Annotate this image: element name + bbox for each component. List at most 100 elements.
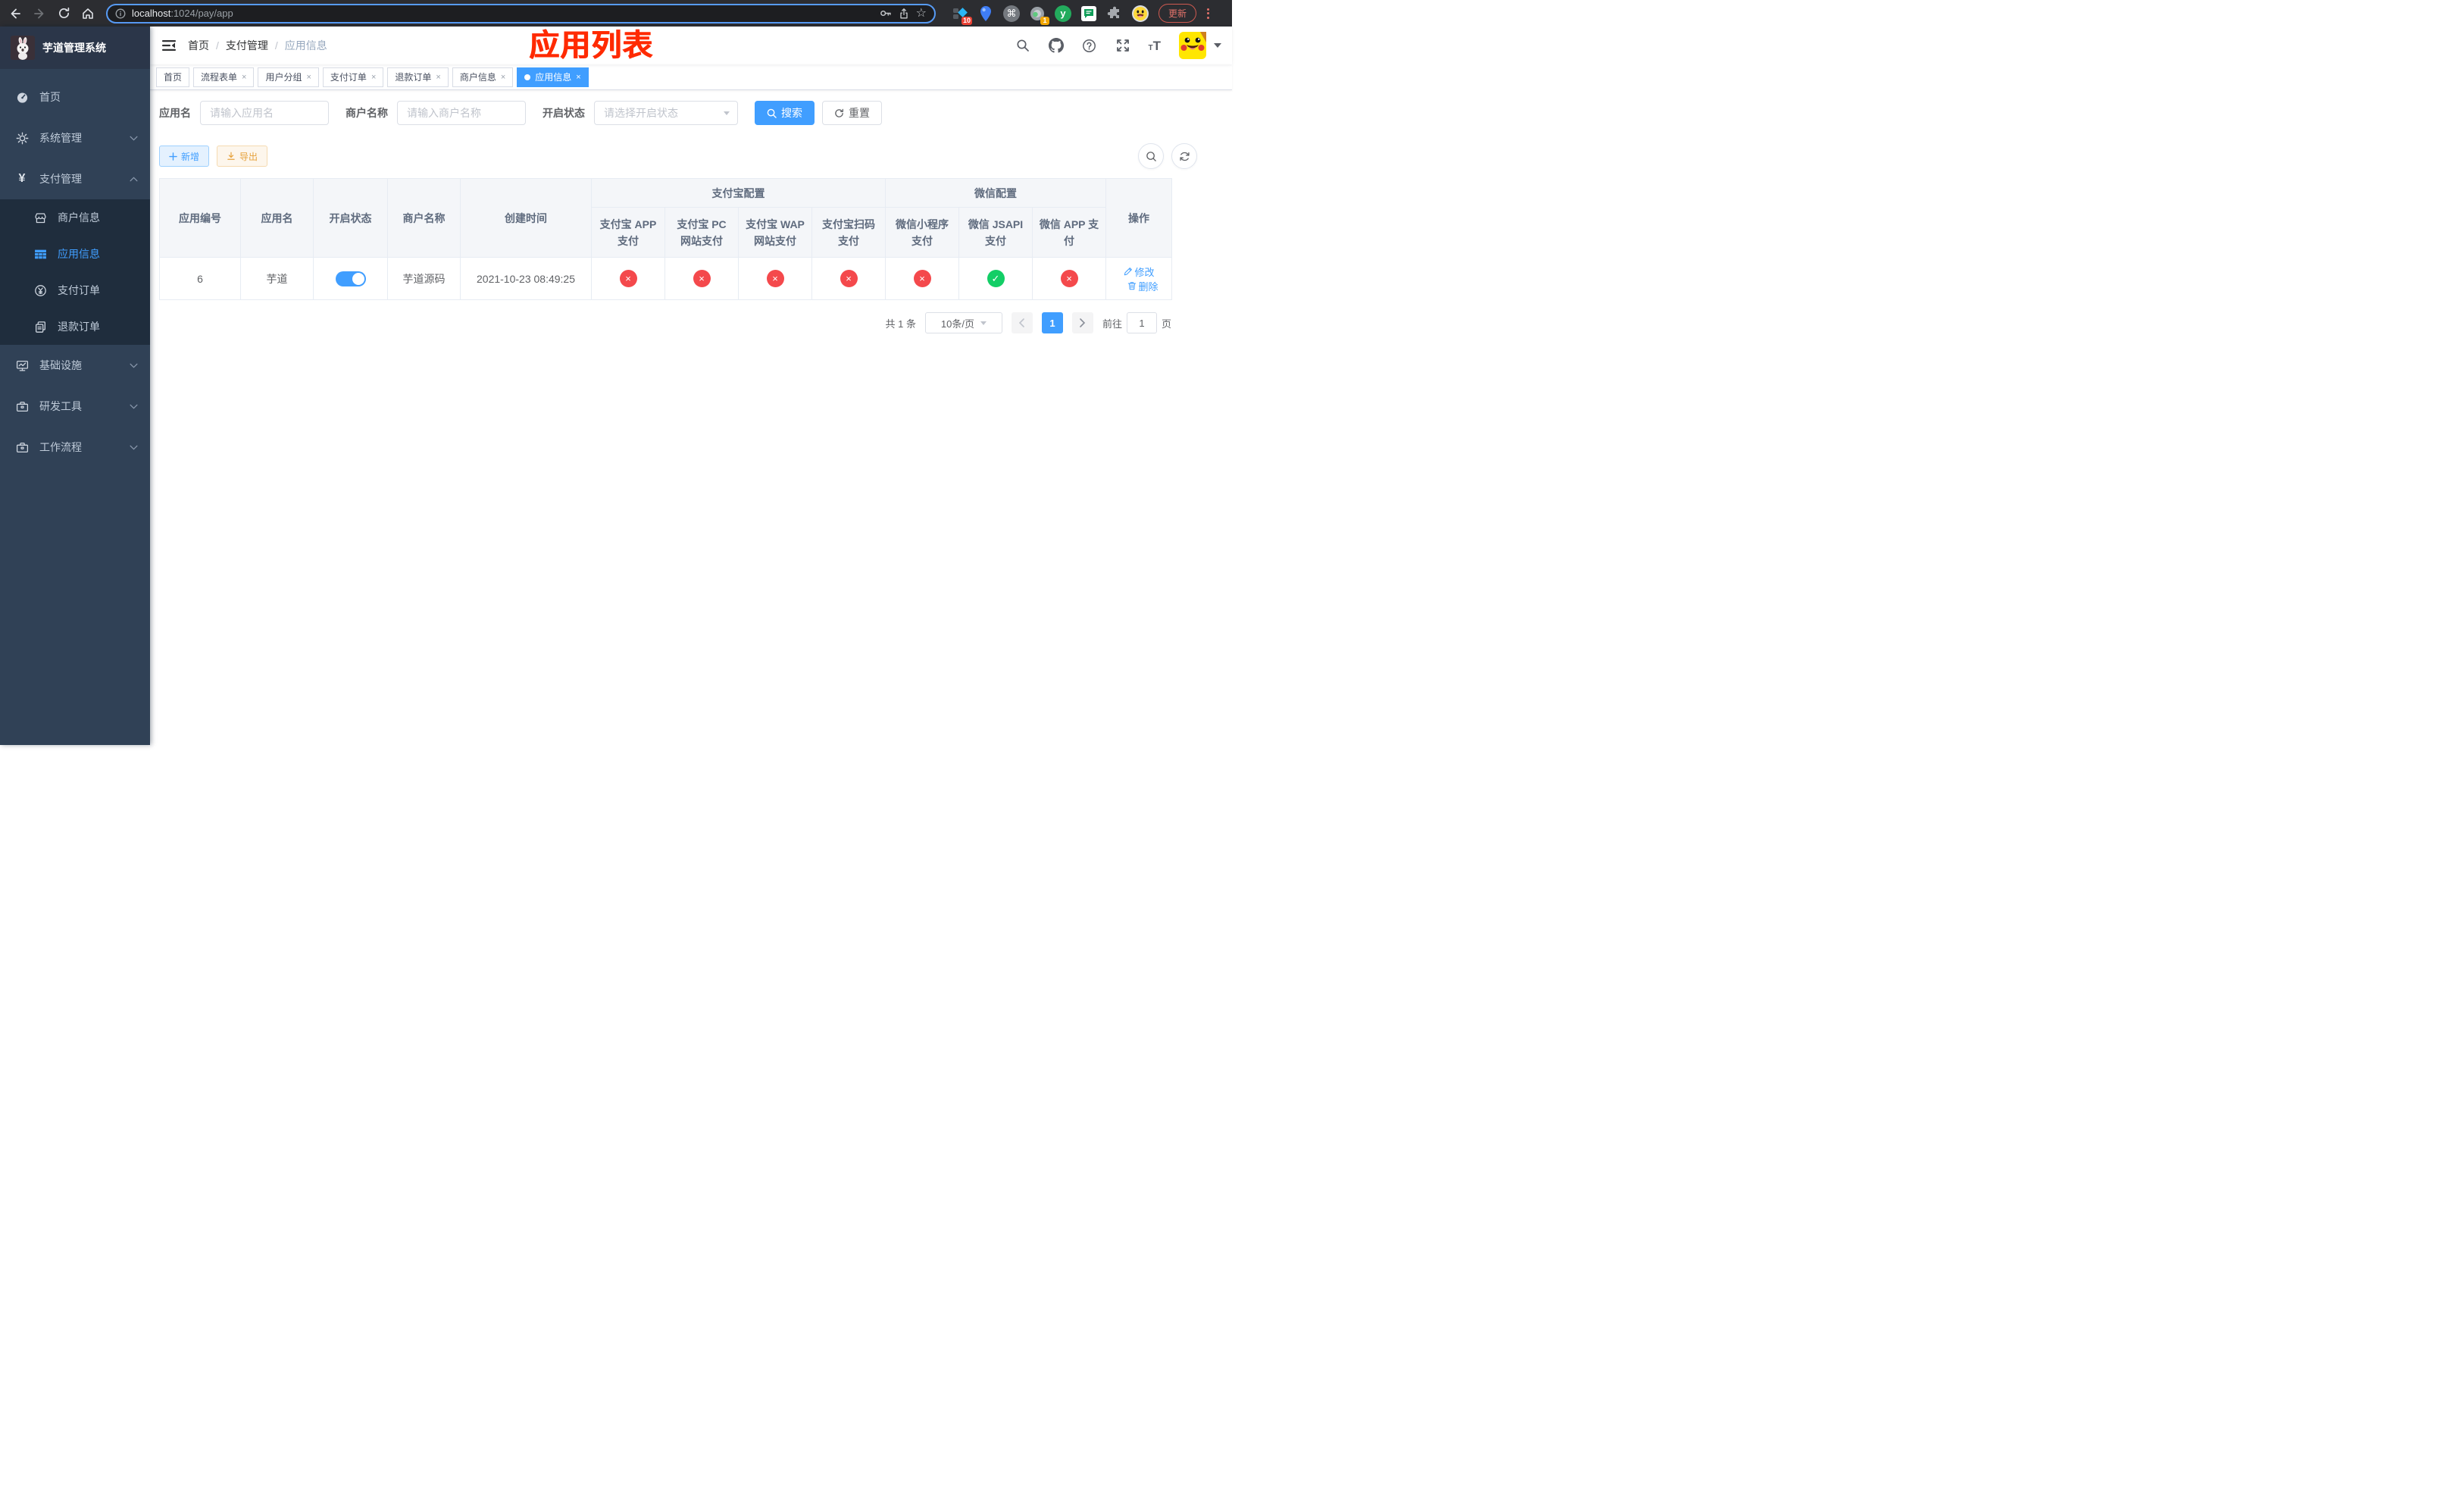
chevron-down-icon	[980, 321, 987, 325]
site-info-icon[interactable]	[115, 8, 126, 19]
url-path: :1024/pay/app	[170, 8, 233, 19]
close-icon[interactable]: ×	[501, 73, 505, 82]
browser-menu-icon[interactable]	[1202, 8, 1213, 19]
cell-created: 2021-10-23 08:49:25	[460, 257, 592, 300]
tag-refund-order[interactable]: 退款订单 ×	[387, 67, 449, 87]
enabled-toggle[interactable]	[335, 271, 366, 286]
extension-command-icon[interactable]: ⌘	[1002, 5, 1021, 23]
sidebar-item-pay-order[interactable]: 支付订单	[0, 272, 150, 308]
close-icon[interactable]: ×	[306, 73, 311, 82]
table-toolbar: 新增 导出	[159, 143, 1197, 169]
caret-down-icon	[1214, 43, 1221, 48]
app-name-input[interactable]	[200, 101, 329, 125]
sidebar-item-merchant-info[interactable]: 商户信息	[0, 199, 150, 236]
next-page-button[interactable]	[1071, 312, 1093, 333]
extension-chat-icon[interactable]	[1080, 5, 1098, 23]
close-icon[interactable]: ×	[436, 73, 440, 82]
extension-pin-icon[interactable]	[977, 5, 995, 23]
app-title: 芋道管理系统	[42, 42, 106, 54]
annotation-app-list: 应用列表	[529, 29, 653, 62]
fullscreen-icon[interactable]	[1115, 38, 1130, 53]
sidebar-item-refund-order[interactable]: 退款订单	[0, 308, 150, 345]
github-icon[interactable]	[1048, 38, 1064, 53]
chevron-down-icon	[130, 363, 138, 368]
sidebar-item-label: 研发工具	[39, 400, 82, 412]
table-tools	[1138, 143, 1197, 169]
cell-status	[313, 257, 388, 300]
chrome-update-button[interactable]: 更新	[1159, 4, 1197, 23]
bookmark-star-icon[interactable]: ☆	[916, 7, 927, 20]
edit-link[interactable]: 修改	[1124, 265, 1155, 279]
sidebar-item-workflow[interactable]: 工作流程	[0, 427, 150, 468]
sidebar-item-infra[interactable]: 基础设施	[0, 345, 150, 386]
browser-home-icon[interactable]	[77, 3, 98, 24]
breadcrumb-pay-management[interactable]: 支付管理	[226, 38, 268, 53]
col-wechat-mini: 微信小程序支付	[885, 207, 959, 258]
active-dot	[524, 74, 531, 80]
status-badge: ×	[913, 270, 931, 287]
profile-avatar-emoji[interactable]	[1131, 5, 1149, 23]
breadcrumb-current: 应用信息	[284, 39, 327, 52]
grid-table-icon	[33, 247, 47, 261]
sidebar-item-home[interactable]: 首页	[0, 77, 150, 117]
refresh-icon	[1179, 152, 1190, 161]
cell-merchant: 芋道源码	[387, 257, 461, 300]
browser-reload-icon[interactable]	[53, 3, 74, 24]
download-icon	[227, 152, 235, 160]
tag-merchant-info[interactable]: 商户信息 ×	[452, 67, 514, 87]
share-icon[interactable]	[898, 8, 910, 20]
browser-back-icon[interactable]	[5, 3, 26, 24]
status-select[interactable]: 请选择开启状态	[594, 101, 738, 125]
extension-recorder-icon[interactable]: 1	[1028, 5, 1049, 25]
page-content: 应用名 商户名称 开启状态 请选择开启状态 搜索 重置	[150, 90, 1232, 745]
goto-page-input[interactable]	[1126, 312, 1157, 333]
search-icon	[767, 108, 777, 118]
close-icon[interactable]: ×	[371, 73, 376, 82]
extension-y-icon[interactable]: y	[1054, 5, 1072, 23]
user-avatar-menu[interactable]	[1179, 32, 1221, 59]
extension-badge: 1	[1040, 16, 1049, 25]
search-button[interactable]: 搜索	[755, 101, 815, 125]
page-size-select[interactable]: 10条/页	[924, 312, 1002, 333]
close-icon[interactable]: ×	[576, 73, 580, 82]
sidebar-item-app-info[interactable]: 应用信息	[0, 236, 150, 272]
avatar	[1179, 32, 1206, 59]
app-logo[interactable]: 芋道管理系统	[0, 27, 150, 69]
sidebar-item-devtools[interactable]: 研发工具	[0, 386, 150, 427]
prev-page-button[interactable]	[1011, 312, 1033, 333]
search-icon[interactable]	[1015, 38, 1030, 53]
tag-user-group[interactable]: 用户分组 ×	[258, 67, 319, 87]
tag-pay-order[interactable]: 支付订单 ×	[322, 67, 384, 87]
sidebar-item-label: 基础设施	[39, 359, 82, 371]
close-icon[interactable]: ×	[242, 73, 246, 82]
browser-toolbar: localhost:1024/pay/app ☆ 10 ⌘ 1 y 更新	[0, 0, 1232, 27]
add-button[interactable]: 新增	[159, 146, 210, 167]
password-key-icon[interactable]	[879, 7, 892, 20]
sidebar-item-pay[interactable]: ¥ 支付管理	[0, 158, 150, 199]
delete-link[interactable]: 删除	[1127, 279, 1159, 293]
status-badge: ×	[840, 270, 858, 287]
extension-diamond-icon[interactable]: 10	[951, 5, 972, 25]
sidebar-item-system[interactable]: 系统管理	[0, 117, 150, 158]
browser-forward-icon[interactable]	[29, 3, 50, 24]
sidebar-collapse-icon[interactable]	[150, 27, 188, 64]
extensions-puzzle-icon[interactable]	[1105, 5, 1124, 23]
group-wechat-config: 微信配置	[884, 178, 1107, 208]
group-alipay-config: 支付宝配置	[591, 178, 886, 208]
toggle-search-button[interactable]	[1138, 143, 1164, 169]
cell-wechat-jsapi-status: ✓	[958, 257, 1033, 300]
font-size-icon[interactable]: TT	[1149, 39, 1162, 52]
breadcrumb-home[interactable]: 首页	[188, 38, 209, 53]
merchant-name-input[interactable]	[397, 101, 526, 125]
reset-button[interactable]: 重置	[822, 101, 882, 125]
tag-app-info-active[interactable]: 应用信息 ×	[517, 67, 589, 87]
tag-process-form[interactable]: 流程表单 ×	[193, 67, 255, 87]
address-bar[interactable]: localhost:1024/pay/app ☆	[106, 3, 936, 23]
refresh-table-button[interactable]	[1171, 143, 1197, 169]
help-icon[interactable]	[1082, 38, 1097, 53]
page-number-1[interactable]: 1	[1041, 312, 1063, 333]
tag-home[interactable]: 首页	[156, 67, 190, 87]
export-button[interactable]: 导出	[217, 146, 268, 167]
edit-pencil-icon	[1124, 268, 1132, 276]
col-wechat-app: 微信 APP 支付	[1031, 207, 1107, 258]
